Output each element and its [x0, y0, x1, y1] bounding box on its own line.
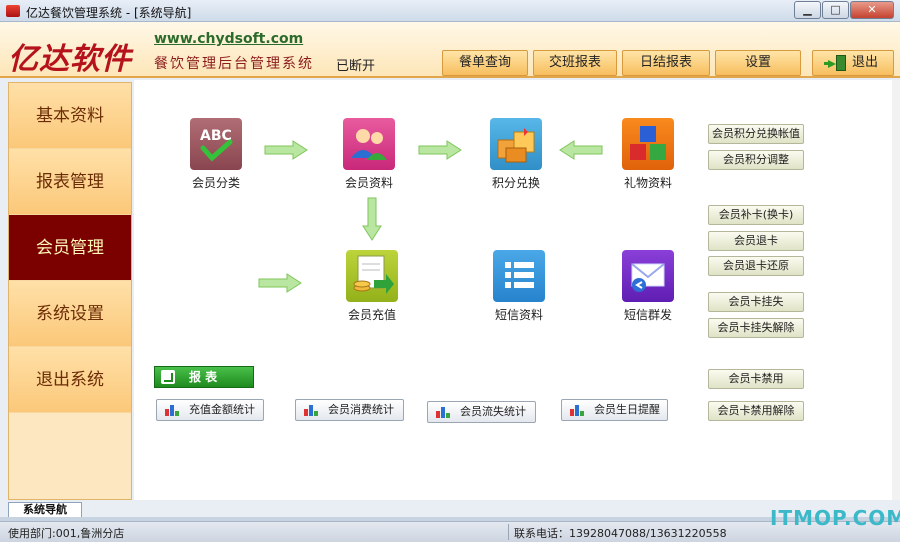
exit-button[interactable]: 退出 [812, 50, 894, 76]
list-icon [493, 250, 545, 302]
report-arrow-icon [161, 370, 175, 384]
sidebar-item-exit-system[interactable]: 退出系统 [9, 347, 131, 413]
flow-arrow-right-icon [264, 140, 308, 160]
card-reissue-button[interactable]: 会员补卡(换卡) [708, 205, 804, 225]
abc-check-icon: ABC [190, 118, 242, 170]
app-header: 亿达软件 www.chydsoft.com 餐饮管理后台管理系统 已断开 餐单查… [0, 22, 900, 78]
points-redeem-label: 积分兑换 [491, 176, 540, 190]
flow-arrow-down-icon [362, 197, 382, 241]
sidebar-nav: 基本资料 报表管理 会员管理 系统设置 退出系统 [8, 82, 132, 500]
bar-chart-icon [570, 404, 584, 416]
exit-label: 退出 [851, 55, 878, 70]
top-toolbar: 餐单查询 交班报表 日结报表 设置 退出 [442, 50, 899, 76]
member-info-feature[interactable]: 会员资料 [326, 118, 412, 191]
system-subtitle: 餐饮管理后台管理系统 [154, 56, 314, 72]
status-bar: 使用部门:001,鲁洲分店 联系电话：13928047088/136312205… [0, 521, 900, 542]
recharge-stats-button[interactable]: 充值金额统计 [156, 399, 264, 421]
member-category-feature[interactable]: ABC 会员分类 [173, 118, 259, 191]
brand-logo: 亿达软件 [8, 42, 132, 77]
card-return-restore-button[interactable]: 会员退卡还原 [708, 256, 804, 276]
consumption-stats-button[interactable]: 会员消费统计 [295, 399, 404, 421]
member-recharge-label: 会员充值 [347, 308, 396, 322]
bar-chart-icon [436, 406, 450, 418]
recharge-coins-icon [346, 250, 398, 302]
close-button[interactable]: ✕ [850, 1, 894, 19]
sidebar-item-report-management[interactable]: 报表管理 [9, 149, 131, 215]
points-exchange-value-button[interactable]: 会员积分兑换帐值 [708, 124, 804, 144]
shift-report-button[interactable]: 交班报表 [533, 50, 617, 76]
gift-info-label: 礼物资料 [623, 176, 672, 190]
card-enable-button[interactable]: 会员卡禁用解除 [708, 401, 804, 421]
exit-door-icon [823, 55, 846, 71]
order-query-button[interactable]: 餐单查询 [442, 50, 528, 76]
website-link[interactable]: www.chydsoft.com [154, 31, 303, 47]
member-category-label: 会员分类 [191, 176, 240, 190]
sms-broadcast-label: 短信群发 [623, 308, 672, 322]
settings-button[interactable]: 设置 [715, 50, 801, 76]
birthday-reminder-label: 会员生日提醒 [594, 403, 660, 416]
sms-broadcast-feature[interactable]: 短信群发 [605, 250, 691, 323]
maximize-button[interactable]: □ [822, 1, 849, 19]
card-disable-button[interactable]: 会员卡禁用 [708, 369, 804, 389]
card-loss-cancel-button[interactable]: 会员卡挂失解除 [708, 318, 804, 338]
reports-header: 报 表 [154, 366, 254, 388]
card-return-button[interactable]: 会员退卡 [708, 231, 804, 251]
department-info: 使用部门:001,鲁洲分店 [8, 527, 125, 540]
bar-chart-icon [304, 404, 318, 416]
daily-report-button[interactable]: 日结报表 [622, 50, 710, 76]
contact-phone: 联系电话：13928047088/13631220558 [514, 527, 727, 540]
tab-system-navigation[interactable]: 系统导航 [8, 502, 82, 518]
birthday-reminder-button[interactable]: 会员生日提醒 [561, 399, 668, 421]
points-adjust-button[interactable]: 会员积分调整 [708, 150, 804, 170]
site-watermark: ITMOP.COM [770, 506, 900, 530]
churn-stats-button[interactable]: 会员流失统计 [427, 401, 536, 423]
users-icon [343, 118, 395, 170]
window-title: 亿达餐饮管理系统 - [系统导航] [26, 6, 192, 20]
sidebar-item-system-settings[interactable]: 系统设置 [9, 281, 131, 347]
minimize-button[interactable]: ▁ [794, 1, 821, 19]
member-info-label: 会员资料 [344, 176, 393, 190]
sms-info-feature[interactable]: 短信资料 [476, 250, 562, 323]
connection-status: 已断开 [336, 59, 376, 74]
vertical-scrollbar[interactable] [892, 80, 900, 500]
window-controls: ▁ □ ✕ [793, 1, 894, 19]
churn-stats-label: 会员流失统计 [460, 405, 526, 418]
gift-info-feature[interactable]: 礼物资料 [605, 118, 691, 191]
sms-info-label: 短信资料 [494, 308, 543, 322]
reports-header-label: 报 表 [189, 370, 218, 384]
flow-arrow-left-icon [559, 140, 603, 160]
flow-arrow-right-icon [258, 273, 302, 293]
flow-arrow-right-icon [418, 140, 462, 160]
gift-boxes-icon [490, 118, 542, 170]
window-title-bar: 亿达餐饮管理系统 - [系统导航] ▁ □ ✕ [0, 0, 900, 22]
status-divider [508, 524, 509, 540]
app-icon [6, 5, 20, 17]
recharge-stats-label: 充值金额统计 [189, 403, 255, 416]
points-redeem-feature[interactable]: 积分兑换 [473, 118, 559, 191]
card-report-loss-button[interactable]: 会员卡挂失 [708, 292, 804, 312]
bar-chart-icon [165, 404, 179, 416]
sidebar-item-member-management[interactable]: 会员管理 [9, 215, 131, 281]
member-recharge-feature[interactable]: 会员充值 [329, 250, 415, 323]
sidebar-item-basic-data[interactable]: 基本资料 [9, 83, 131, 149]
consumption-stats-label: 会员消费统计 [328, 403, 394, 416]
cubes-icon [622, 118, 674, 170]
mail-envelope-icon [622, 250, 674, 302]
